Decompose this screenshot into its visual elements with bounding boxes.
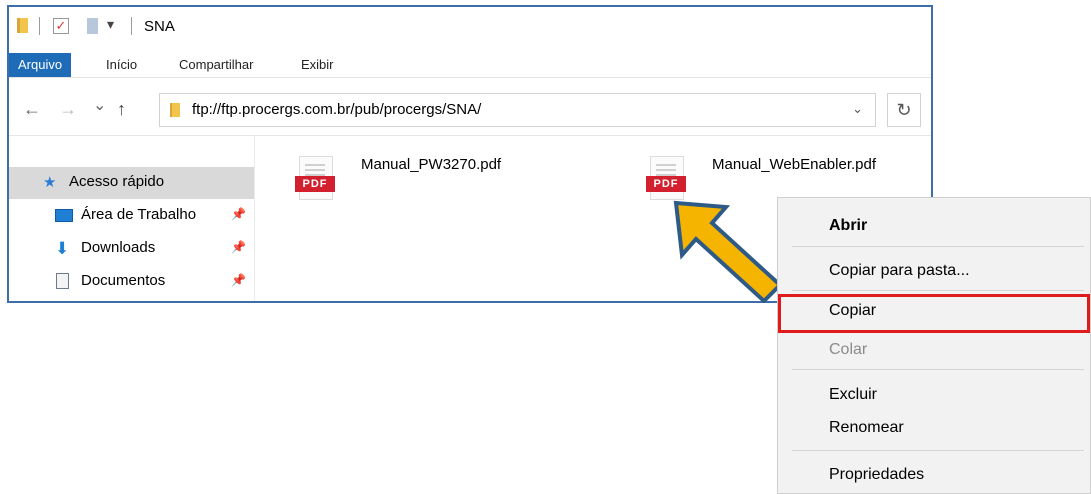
star-icon: ★ — [43, 174, 57, 191]
menu-divider — [792, 246, 1084, 247]
address-bar[interactable]: ftp://ftp.procergs.com.br/pub/procergs/S… — [159, 93, 876, 127]
file-name: Manual_WebEnabler.pdf — [712, 156, 877, 173]
sidebar-item-documentos[interactable]: Documentos 📌 — [9, 266, 254, 298]
sidebar-item-acesso-rapido[interactable]: ★ Acesso rápido — [9, 167, 254, 199]
refresh-button[interactable]: ↻ — [887, 93, 921, 127]
recent-locations-chevron-icon[interactable]: ⌄ — [93, 95, 106, 115]
pin-icon[interactable]: 📌 — [231, 207, 246, 221]
pdf-badge: PDF — [646, 176, 686, 192]
menu-item-excluir[interactable]: Excluir — [778, 378, 1090, 412]
sidebar-item-label: Área de Trabalho — [81, 206, 197, 223]
file-name: Manual_PW3270.pdf — [361, 156, 502, 173]
pointer-arrow-annotation — [673, 200, 783, 303]
title-bar: ✓ ▾ SNA — [9, 7, 931, 49]
sidebar-item-label: Documentos — [81, 272, 166, 289]
address-path[interactable]: ftp://ftp.procergs.com.br/pub/procergs/S… — [192, 101, 481, 118]
menu-item-renomear[interactable]: Renomear — [778, 411, 1090, 445]
toolbar-divider — [39, 17, 40, 35]
menu-divider — [792, 450, 1084, 451]
new-folder-icon[interactable] — [87, 18, 98, 34]
menu-item-colar[interactable]: Colar — [778, 333, 1090, 367]
pin-icon[interactable]: 📌 — [231, 240, 246, 254]
tab-compartilhar[interactable]: Compartilhar — [179, 53, 253, 77]
toolbar-divider — [131, 17, 132, 35]
download-icon: ⬇ — [55, 239, 70, 258]
up-arrow-icon[interactable]: ↑ — [117, 99, 126, 120]
sidebar-item-label: Downloads — [81, 239, 156, 256]
folder-icon — [170, 103, 180, 117]
tab-inicio[interactable]: Início — [106, 53, 137, 77]
customize-toolbar-dropdown-icon[interactable]: ▾ — [107, 16, 114, 33]
ribbon-tabs: Arquivo Início Compartilhar Exibir — [9, 53, 931, 78]
properties-icon[interactable]: ✓ — [53, 18, 69, 34]
pdf-badge: PDF — [295, 176, 335, 192]
back-arrow-icon[interactable]: ← — [23, 99, 41, 120]
menu-divider — [792, 369, 1084, 370]
address-dropdown-chevron-icon[interactable]: ⌄ — [852, 101, 863, 117]
tab-exibir[interactable]: Exibir — [301, 53, 334, 77]
menu-divider — [792, 290, 1084, 291]
navigation-bar: ← → ⌄ ↑ ftp://ftp.procergs.com.br/pub/pr… — [9, 85, 931, 136]
context-menu: Abrir Copiar para pasta... Copiar Colar … — [777, 197, 1091, 494]
window-title: SNA — [144, 18, 175, 35]
menu-item-abrir[interactable]: Abrir — [778, 209, 1090, 243]
tab-arquivo[interactable]: Arquivo — [9, 53, 72, 77]
sidebar-item-area-de-trabalho[interactable]: Área de Trabalho 📌 — [9, 200, 254, 232]
documents-icon — [56, 273, 69, 289]
navigation-pane: ★ Acesso rápido Área de Trabalho 📌 ⬇ Dow… — [9, 136, 255, 301]
menu-item-copiar-para-pasta[interactable]: Copiar para pasta... — [778, 254, 1090, 288]
sidebar-item-label: Acesso rápido — [69, 173, 165, 190]
menu-item-copiar[interactable]: Copiar — [778, 294, 1090, 333]
menu-item-propriedades[interactable]: Propriedades — [778, 458, 1090, 492]
sidebar-item-downloads[interactable]: ⬇ Downloads 📌 — [9, 233, 254, 265]
pin-icon[interactable]: 📌 — [231, 273, 246, 287]
forward-arrow-icon[interactable]: → — [59, 99, 77, 120]
desktop-icon — [55, 209, 73, 222]
folder-icon[interactable] — [17, 18, 28, 33]
